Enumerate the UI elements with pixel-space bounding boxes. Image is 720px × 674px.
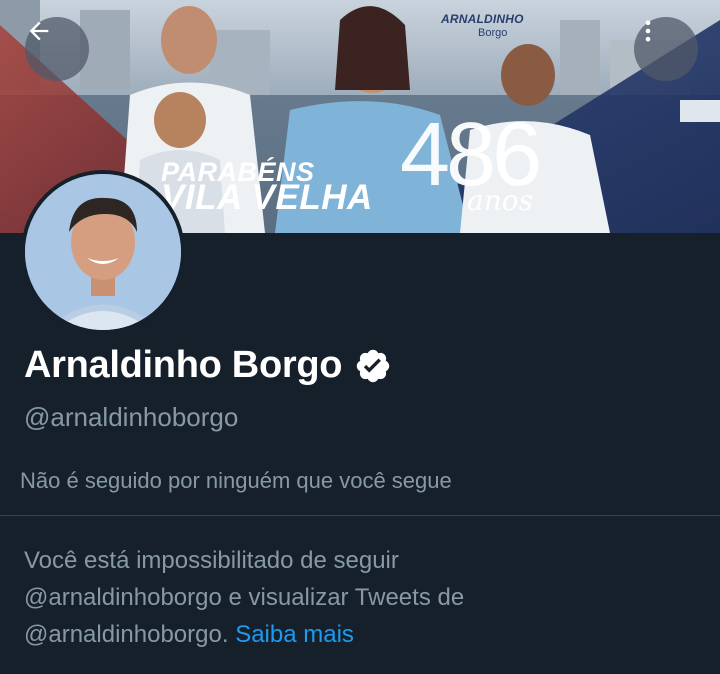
verified-badge-icon	[354, 347, 392, 385]
profile-handle: @arnaldinhoborgo	[24, 402, 239, 432]
more-vertical-icon	[645, 20, 651, 42]
profile-name-row: Arnaldinho Borgo	[24, 344, 392, 387]
arrow-left-icon	[29, 21, 49, 41]
banner-city: VILA VELHA	[161, 178, 373, 217]
followed-by-text: Não é seguido por ninguém que você segue	[20, 468, 452, 493]
banner-brand-sub: Borgo	[478, 27, 508, 39]
banner-number-suffix: anos	[467, 184, 533, 217]
back-button[interactable]	[25, 17, 89, 81]
more-options-button[interactable]	[634, 17, 698, 81]
profile-avatar[interactable]	[21, 170, 185, 334]
blocked-notice-line-1: Você está impossibilitado de seguir	[24, 547, 399, 574]
learn-more-link[interactable]: Saiba mais	[235, 621, 354, 648]
avatar-image	[25, 174, 181, 330]
banner-brand: ARNALDINHO	[441, 12, 524, 26]
blocked-notice: Você está impossibilitado de seguir @arn…	[24, 542, 704, 653]
divider	[0, 515, 720, 516]
blocked-notice-line-2: @arnaldinhoborgo e visualizar Tweets de	[24, 584, 465, 611]
profile-name: Arnaldinho Borgo	[24, 344, 343, 386]
blocked-notice-line-3: @arnaldinhoborgo.	[24, 621, 229, 648]
